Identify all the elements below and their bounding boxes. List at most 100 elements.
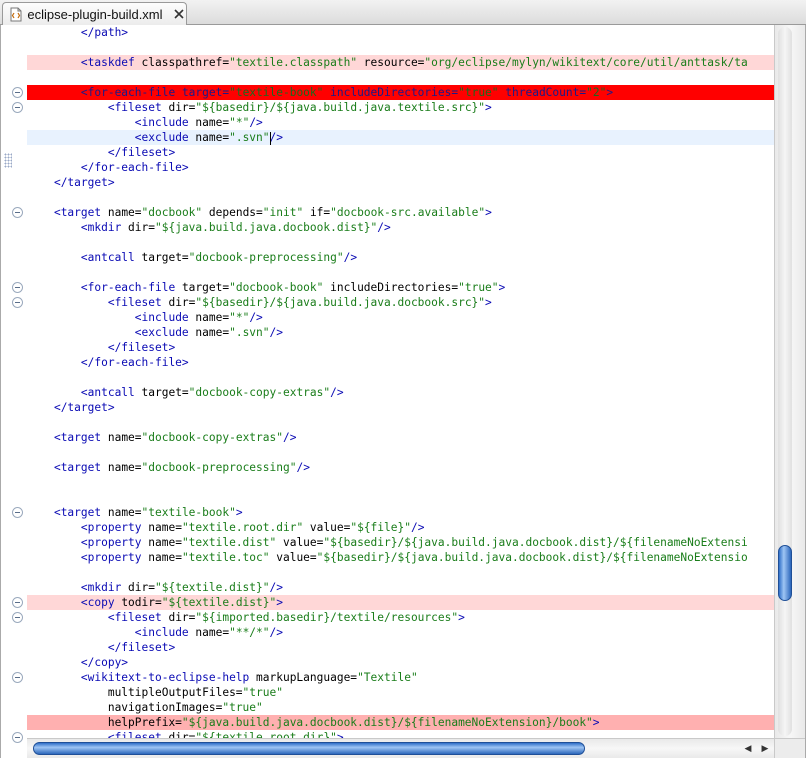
fold-collapse-icon[interactable]: [12, 297, 23, 308]
code-token-val: "textile-book": [141, 506, 236, 519]
code-line[interactable]: </copy>: [27, 655, 774, 670]
code-line[interactable]: </target>: [27, 175, 774, 190]
code-line[interactable]: <target name="textile-book">: [27, 505, 774, 520]
code-token-attr: name=: [107, 461, 142, 474]
code-token-tag: <target: [53, 431, 108, 444]
fold-collapse-icon[interactable]: [12, 507, 23, 518]
code-line[interactable]: <wikitext-to-eclipse-help markupLanguage…: [27, 670, 774, 685]
code-line[interactable]: [27, 370, 774, 385]
code-line[interactable]: <property name="textile.toc" value="${ba…: [27, 550, 774, 565]
code-token-tag: />: [249, 311, 263, 324]
code-token-val: "${imported.basedir}/textile/resources": [195, 611, 459, 624]
vertical-scrollbar[interactable]: [774, 25, 805, 738]
fold-collapse-icon[interactable]: [12, 597, 23, 608]
code-line[interactable]: <target name="docbook-preprocessing"/>: [27, 460, 774, 475]
code-line[interactable]: </path>: [27, 25, 774, 40]
fold-collapse-icon[interactable]: [12, 87, 23, 98]
scroll-right-icon[interactable]: ▶: [758, 741, 772, 756]
fold-collapse-icon[interactable]: [12, 207, 23, 218]
code-line[interactable]: <for-each-file target="textile-book" inc…: [27, 85, 774, 100]
code-line[interactable]: <fileset dir="${basedir}/${java.build.ja…: [27, 100, 774, 115]
code-line[interactable]: </fileset>: [27, 145, 774, 160]
code-line[interactable]: <antcall target="docbook-copy-extras"/>: [27, 385, 774, 400]
code-line[interactable]: <target name="docbook" depends="init" if…: [27, 205, 774, 220]
code-line[interactable]: </for-each-file>: [27, 355, 774, 370]
scroll-left-icon[interactable]: ◀: [741, 741, 755, 756]
code-line[interactable]: <antcall target="docbook-preprocessing"/…: [27, 250, 774, 265]
tab-eclipse-plugin-build-xml[interactable]: eclipse-plugin-build.xml: [2, 2, 187, 25]
code-line[interactable]: <for-each-file target="docbook-book" inc…: [27, 280, 774, 295]
code-token-val: "${basedir}/${java.build.java.docbook.sr…: [195, 296, 486, 309]
code-token-tag: <wikitext-to-eclipse-help: [80, 671, 257, 684]
code-token-attr: target=: [141, 386, 189, 399]
code-line[interactable]: [27, 235, 774, 250]
code-line[interactable]: [27, 265, 774, 280]
code-token-tag: </target>: [53, 401, 115, 414]
code-line[interactable]: [27, 190, 774, 205]
code-line[interactable]: </target>: [27, 400, 774, 415]
code-line[interactable]: </fileset>: [27, 640, 774, 655]
code-token-tag: />: [249, 116, 263, 129]
code-line[interactable]: <include name="**/*"/>: [27, 625, 774, 640]
code-token-attr: target=: [141, 251, 189, 264]
code-line[interactable]: <exclude name=".svn"/>: [27, 130, 774, 145]
code-line[interactable]: <taskdef classpathref="textile.classpath…: [27, 55, 774, 70]
code-token-attr: name=: [107, 431, 142, 444]
fold-collapse-icon[interactable]: [12, 732, 23, 743]
code-line[interactable]: <property name="textile.root.dir" value=…: [27, 520, 774, 535]
code-token-attr: name=: [195, 626, 230, 639]
code-token-tag: </fileset>: [107, 341, 176, 354]
code-token-tag: />: [282, 431, 297, 444]
code-line[interactable]: [27, 415, 774, 430]
code-line[interactable]: [27, 70, 774, 85]
code-line[interactable]: [27, 475, 774, 490]
vertical-scroll-track[interactable]: [778, 27, 792, 736]
code-line[interactable]: <mkdir dir="${textile.dist}"/>: [27, 580, 774, 595]
xml-editor[interactable]: </path> <taskdef classpathref="textile.c…: [0, 25, 806, 758]
code-token-val: "init": [262, 206, 304, 219]
code-token-attr: includeDirectories=: [323, 86, 459, 99]
code-token-tag: />: [296, 461, 310, 474]
code-line[interactable]: [27, 445, 774, 460]
code-line[interactable]: </for-each-file>: [27, 160, 774, 175]
code-line[interactable]: <include name="*"/>: [27, 310, 774, 325]
code-token-attr: name=: [148, 521, 182, 534]
close-icon[interactable]: [173, 7, 186, 21]
code-token-val: "${java.build.java.docbook.dist}": [155, 221, 378, 234]
code-token-tag: />: [269, 581, 283, 594]
fold-collapse-icon[interactable]: [12, 672, 23, 683]
code-line[interactable]: helpPrefix="${java.build.java.docbook.di…: [27, 715, 774, 730]
fold-collapse-icon[interactable]: [12, 612, 23, 623]
code-line[interactable]: <exclude name=".svn"/>: [27, 325, 774, 340]
code-line[interactable]: <include name="*"/>: [27, 115, 774, 130]
horizontal-scroll-thumb[interactable]: [33, 742, 585, 755]
code-line[interactable]: <fileset dir="${basedir}/${java.build.ja…: [27, 295, 774, 310]
code-line[interactable]: <fileset dir="${textile.root.dir}">: [27, 730, 774, 738]
code-line[interactable]: multipleOutputFiles="true": [27, 685, 774, 700]
code-line[interactable]: [27, 490, 774, 505]
code-line[interactable]: <mkdir dir="${java.build.java.docbook.di…: [27, 220, 774, 235]
code-line[interactable]: <fileset dir="${imported.basedir}/textil…: [27, 610, 774, 625]
horizontal-scrollbar[interactable]: ◀ ▶: [27, 738, 774, 758]
code-line[interactable]: <target name="docbook-copy-extras"/>: [27, 430, 774, 445]
code-line[interactable]: </fileset>: [27, 340, 774, 355]
vertical-scroll-thumb[interactable]: [778, 545, 792, 601]
code-area[interactable]: </path> <taskdef classpathref="textile.c…: [27, 25, 774, 738]
fold-collapse-icon[interactable]: [12, 102, 23, 113]
code-line[interactable]: [27, 40, 774, 55]
code-line[interactable]: <property name="textile.dist" value="${b…: [27, 535, 774, 550]
folding-ruler: [1, 25, 27, 743]
code-token-tag: <fileset: [107, 611, 169, 624]
code-line[interactable]: [27, 565, 774, 580]
fold-collapse-icon[interactable]: [12, 282, 23, 293]
code-line[interactable]: navigationImages="true": [27, 700, 774, 715]
code-line[interactable]: <copy todir="${textile.dist}">: [27, 595, 774, 610]
scrollbar-corner: [774, 738, 805, 758]
